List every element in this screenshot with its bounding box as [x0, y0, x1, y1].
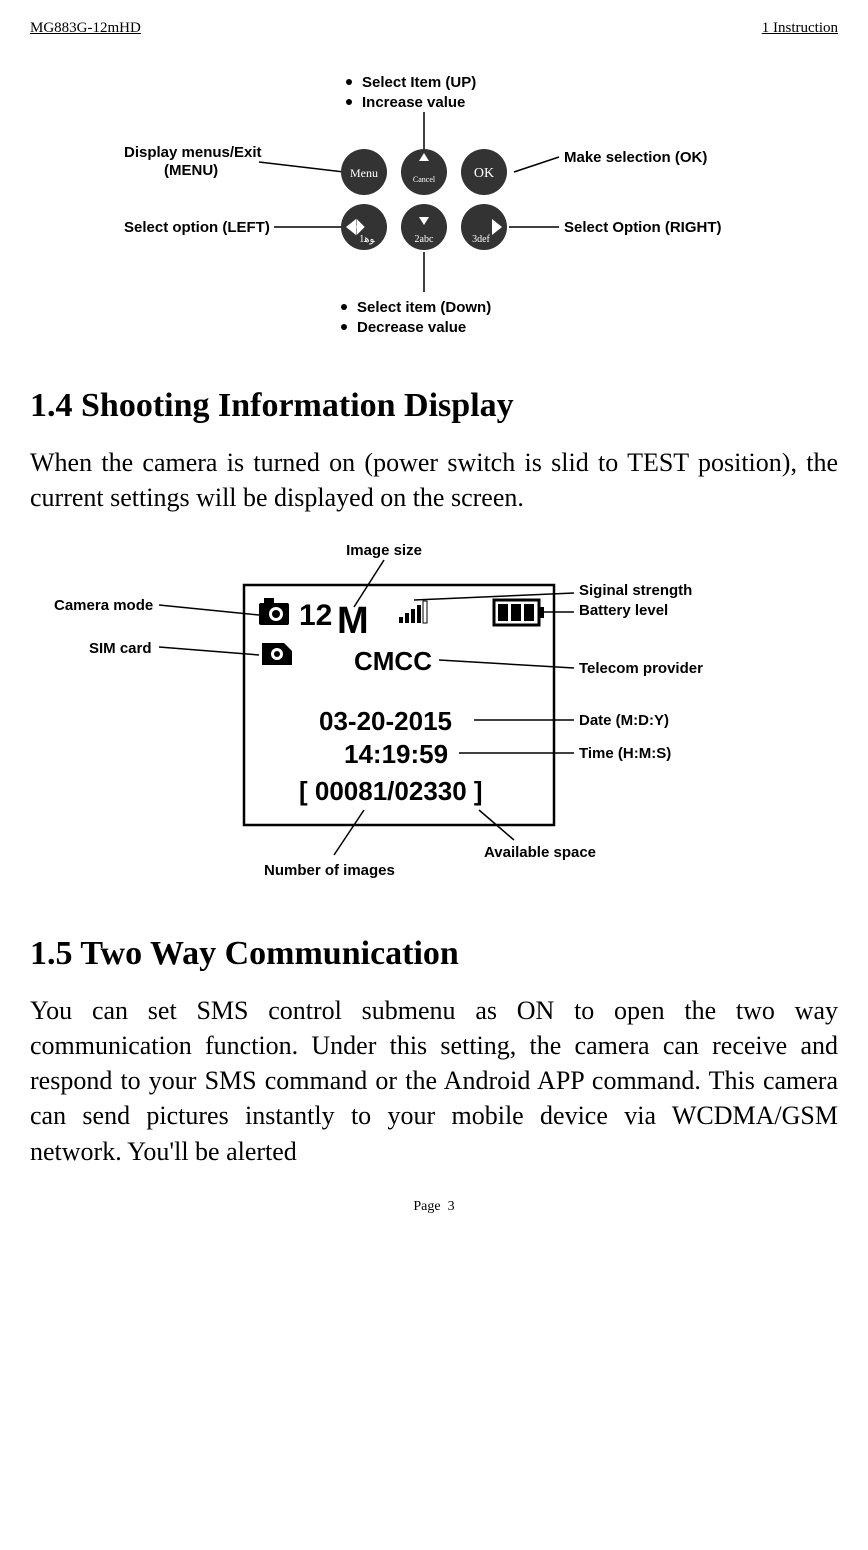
select-option-right-label: Select Option (RIGHT)	[564, 219, 722, 236]
available-space-label: Available space	[484, 844, 596, 861]
svg-text:3def: 3def	[472, 234, 490, 245]
telecom-provider-value: CMCC	[354, 646, 432, 676]
ok-button: OK	[474, 166, 494, 181]
image-size-unit: M	[337, 600, 369, 642]
camera-mode-label: Camera mode	[54, 597, 153, 614]
footer-page-label: Page	[413, 1199, 440, 1214]
navigation-diagram: Select Item (UP) Increase value Display …	[30, 57, 838, 357]
display-diagram: Image size Camera mode 12 M Siginal stre…	[30, 535, 838, 905]
select-option-left-label: Select option (LEFT)	[124, 219, 270, 236]
image-size-label: Image size	[346, 542, 422, 559]
image-size-value: 12	[299, 599, 332, 632]
footer-page-num: 3	[448, 1199, 455, 1214]
header-left: MG883G-12mHD	[30, 20, 141, 37]
date-label: Date (M:D:Y)	[579, 712, 669, 729]
make-selection-label: Make selection (OK)	[564, 149, 707, 166]
increase-value-label: Increase value	[362, 94, 465, 111]
section-1-5-heading: 1.5 Two Way Communication	[30, 935, 838, 973]
number-images-label: Number of images	[264, 862, 395, 879]
display-menus-label-2: (MENU)	[164, 162, 218, 179]
select-item-down-label: Select item (Down)	[357, 299, 491, 316]
display-menus-label-1: Display menus/Exit	[124, 144, 262, 161]
menu-button: Menu	[350, 166, 378, 180]
select-item-up-label: Select Item (UP)	[362, 74, 476, 91]
section-1-4-para: When the camera is turned on (power swit…	[30, 445, 838, 515]
cancel-button: Cancel	[413, 175, 436, 184]
time-label: Time (H:M:S)	[579, 745, 671, 762]
sim-card-label: SIM card	[89, 640, 152, 657]
page-header: MG883G-12mHD 1 Instruction	[30, 20, 838, 37]
decrease-value-label: Decrease value	[357, 319, 466, 336]
header-right: 1 Instruction	[762, 20, 838, 37]
svg-text:1ﻮﻫ: 1ﻮﻫ	[359, 234, 375, 245]
signal-strength-label: Siginal strength	[579, 582, 692, 599]
section-1-4-heading: 1.4 Shooting Information Display	[30, 387, 838, 425]
date-value: 03-20-2015	[319, 706, 452, 736]
telecom-provider-label: Telecom provider	[579, 660, 703, 677]
battery-level-label: Battery level	[579, 602, 668, 619]
counter-value: [ 00081/02330 ]	[299, 776, 483, 806]
svg-text:2abc: 2abc	[415, 234, 434, 245]
page-footer: Page 3	[30, 1199, 838, 1215]
time-value: 14:19:59	[344, 739, 448, 769]
section-1-5-para: You can set SMS control submenu as ON to…	[30, 993, 838, 1168]
